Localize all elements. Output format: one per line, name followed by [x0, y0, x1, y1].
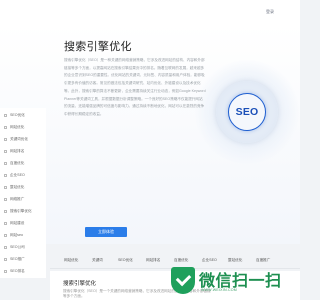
watermark: 微信扫一扫 WWW.WEIXIN.COM [171, 263, 300, 300]
try-now-button[interactable]: 立即体验 [85, 227, 127, 237]
checkbox-icon [4, 161, 7, 165]
top-bar: 登录 [0, 0, 300, 24]
watermark-url: WWW.WEIXIN.COM [201, 288, 237, 292]
sidebar-item-label: 企业SEO [10, 173, 25, 177]
sidebar-item[interactable]: 网站优化 [4, 123, 46, 132]
sidebar-item-label: 网站建设 [10, 221, 25, 225]
checkbox-icon [4, 221, 7, 225]
sidebar-item-label: 关键词优化 [10, 137, 28, 141]
checkbox-icon [4, 113, 7, 117]
sidebar-item[interactable]: SEO优化 [4, 111, 46, 120]
card-title: 搜索引擎优化 [63, 281, 97, 287]
hero-description: 搜索引擎优化（SEO）是一种关键的网络营销策略，它涉及改进网站的结构、内容和外部… [64, 58, 206, 116]
sidebar-item-label: 网站seo [10, 233, 23, 237]
sidebar-item[interactable]: SEO排名 [4, 267, 46, 276]
checkbox-icon [4, 257, 7, 261]
checkbox-icon [4, 173, 7, 177]
page: 登录 SEO 搜索引擎优化 搜索引擎优化（SEO）是一种关键的网络营销策略，它涉… [0, 0, 300, 300]
sidebar-item[interactable]: 网站建设 [4, 219, 46, 228]
tab-item[interactable]: SEO优化 [118, 258, 133, 263]
checkbox-icon [4, 269, 7, 273]
sidebar-item-label: SEO推广 [10, 257, 25, 261]
sidebar-item-label: 网站排名 [10, 149, 25, 153]
sidebar-item[interactable]: 企业SEO [4, 171, 46, 180]
login-link[interactable]: 登录 [266, 9, 274, 15]
seo-badge: SEO [235, 106, 259, 118]
sidebar-nav: SEO优化 网站优化 关键词优化 网站排名 百度优化 企业SEO 整站优化 网络… [0, 108, 46, 278]
tab-item[interactable]: 网站优化 [64, 258, 78, 263]
sidebar-item[interactable]: 整站优化 [4, 183, 46, 192]
checkbox-icon [4, 149, 7, 153]
sidebar-item[interactable]: 百度优化 [4, 159, 46, 168]
sidebar-item-label: 百度优化 [10, 161, 25, 165]
sidebar-item[interactable]: 网站seo [4, 231, 46, 240]
sidebar-item-label: SEO公司 [10, 245, 25, 249]
sidebar-item[interactable]: 搜索引擎优化 [4, 207, 46, 216]
sidebar-item-label: 网站优化 [10, 125, 25, 129]
checkbox-icon [4, 197, 7, 201]
sidebar-item-label: 搜索引擎优化 [10, 209, 32, 213]
sidebar-item-label: SEO优化 [10, 113, 25, 117]
checkbox-icon [4, 245, 7, 249]
sidebar-item[interactable]: 网络推广 [4, 195, 46, 204]
shield-check-icon [171, 267, 195, 294]
sidebar-item[interactable]: 网站排名 [4, 147, 46, 156]
sidebar-item[interactable]: 关键词优化 [4, 135, 46, 144]
checkbox-icon [4, 233, 7, 237]
checkbox-icon [4, 185, 7, 189]
sidebar-item-label: 整站优化 [10, 185, 25, 189]
tab-item[interactable]: 关键词 [92, 258, 103, 263]
checkbox-icon [4, 209, 7, 213]
sidebar-item-label: 网络推广 [10, 197, 25, 201]
checkbox-icon [4, 137, 7, 141]
sidebar-item[interactable]: SEO公司 [4, 243, 46, 252]
sidebar-item[interactable]: SEO推广 [4, 255, 46, 264]
sidebar-item-label: SEO排名 [10, 269, 25, 273]
page-title: 搜索引擎优化 [64, 41, 132, 53]
checkbox-icon [4, 125, 7, 129]
tab-item[interactable]: 网站排名 [146, 258, 160, 263]
